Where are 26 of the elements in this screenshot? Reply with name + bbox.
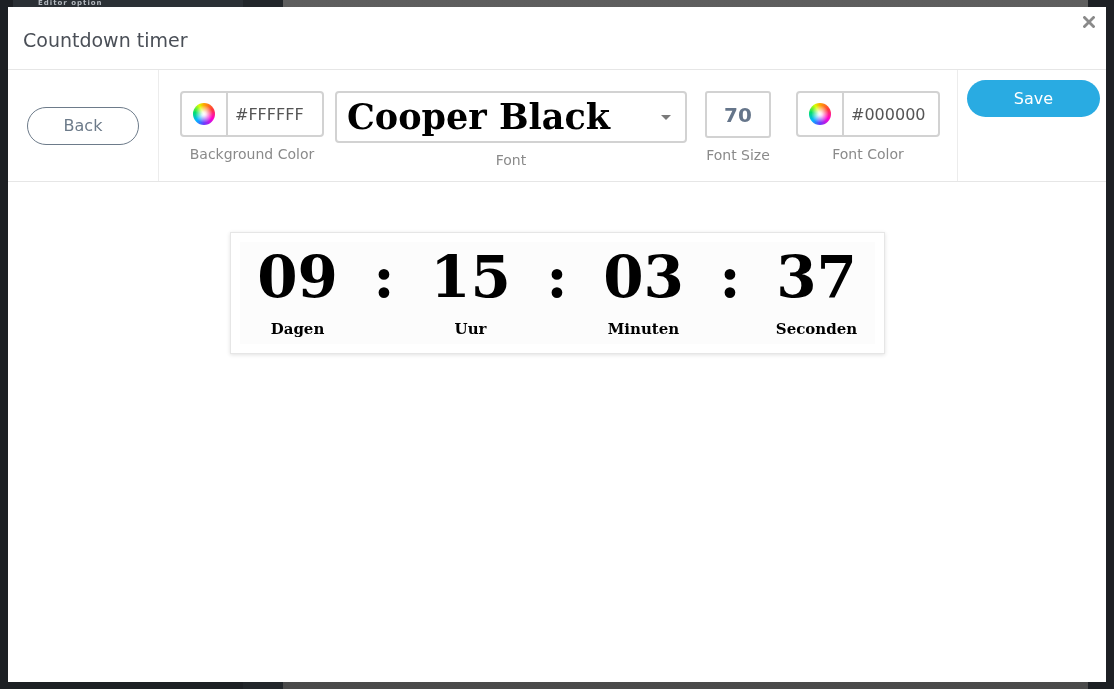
- unit-label: Minuten: [607, 320, 680, 338]
- font-dropdown[interactable]: Cooper Black: [335, 91, 687, 143]
- timer-digits: 37: [776, 248, 857, 306]
- back-button[interactable]: Back: [27, 106, 139, 145]
- unit-label: Dagen: [270, 320, 325, 338]
- number-field[interactable]: 70: [705, 91, 771, 138]
- timer-digits: 03: [603, 248, 684, 306]
- color-field[interactable]: #000000: [796, 91, 940, 137]
- field-label: Background Color: [189, 145, 315, 163]
- close-button[interactable]: [1083, 16, 1095, 28]
- timer-separator: :: [546, 248, 568, 313]
- caret-icon: [661, 114, 671, 120]
- color-wheel-icon: [193, 103, 215, 125]
- color-field[interactable]: #FFFFFF: [180, 91, 324, 137]
- field-label: Font: [495, 151, 527, 169]
- unit-label: Seconden: [775, 320, 858, 338]
- field-label: Font Size: [706, 146, 770, 164]
- timer-digits: 09: [257, 248, 338, 306]
- dialog-title: Countdown timer: [23, 28, 188, 51]
- field-label: Font Color: [832, 145, 904, 163]
- color-wheel-icon: [809, 103, 831, 125]
- timer-separator: :: [373, 248, 395, 313]
- close-icon: [1083, 16, 1095, 28]
- unit-label: Uur: [454, 320, 487, 338]
- timer-digits: 15: [430, 248, 511, 306]
- timer-separator: :: [719, 248, 741, 313]
